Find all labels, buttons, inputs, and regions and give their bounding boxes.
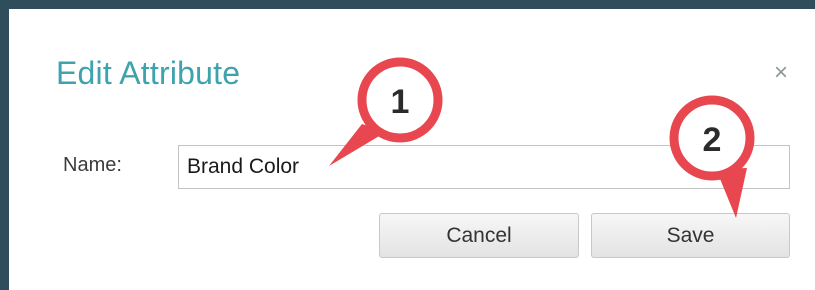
cancel-button[interactable]: Cancel [379, 213, 579, 258]
close-icon[interactable]: × [769, 61, 793, 85]
name-input[interactable] [178, 145, 790, 189]
edit-attribute-dialog: Edit Attribute × Name: Cancel Save [0, 0, 815, 290]
save-button[interactable]: Save [591, 213, 790, 258]
name-label: Name: [63, 154, 122, 176]
dialog-title: Edit Attribute [56, 55, 241, 91]
